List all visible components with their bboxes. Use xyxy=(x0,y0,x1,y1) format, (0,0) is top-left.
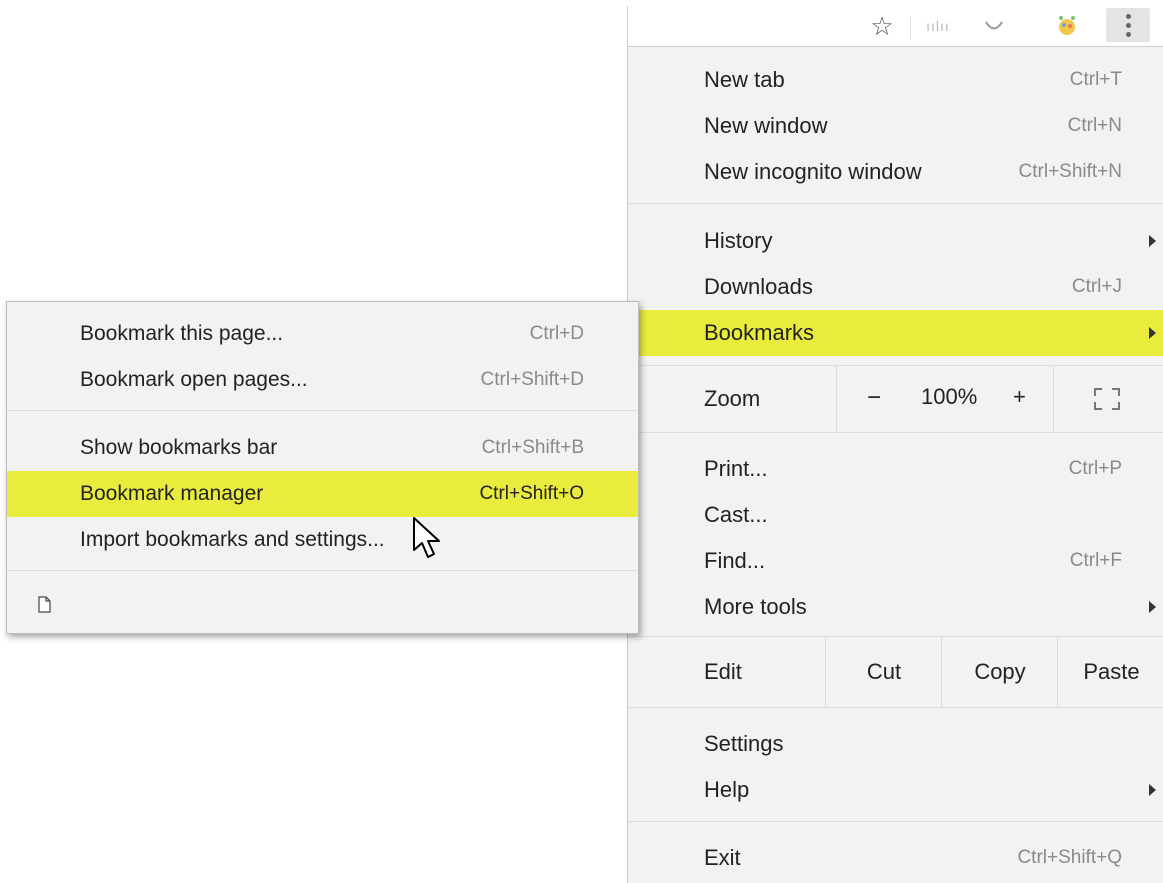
blank-page-icon xyxy=(38,596,51,613)
browser-toolbar: ☆ ıılıı xyxy=(627,6,1163,47)
menu-item-shortcut: Ctrl+Shift+N xyxy=(1018,161,1122,182)
submenu-item-bookmark-manager[interactable]: Bookmark manager Ctrl+Shift+O xyxy=(7,471,638,517)
zoom-row: Zoom − 100% + xyxy=(628,366,1163,432)
menu-item-shortcut: Ctrl+J xyxy=(1071,276,1122,297)
submenu-item-bookmark-open-pages[interactable]: Bookmark open pages... Ctrl+Shift+D xyxy=(7,357,638,403)
menu-item-label: Downloads xyxy=(704,274,813,299)
menu-item-help[interactable]: Help xyxy=(628,767,1163,813)
menu-item-label: Exit xyxy=(704,845,741,870)
edit-label: Edit xyxy=(704,659,742,684)
menu-item-label: More tools xyxy=(704,594,807,619)
menu-item-find[interactable]: Find... Ctrl+F xyxy=(628,538,1163,584)
menu-item-downloads[interactable]: Downloads Ctrl+J xyxy=(628,264,1163,310)
zoom-label: Zoom xyxy=(704,386,761,411)
menu-divider xyxy=(7,410,638,411)
submenu-item-show-bookmarks-bar[interactable]: Show bookmarks bar Ctrl+Shift+B xyxy=(7,425,638,471)
submenu-item-label: Bookmark this page... xyxy=(80,322,284,345)
submenu-item-shortcut: Ctrl+Shift+O xyxy=(479,483,584,504)
menu-item-label: Settings xyxy=(704,731,784,756)
menu-divider xyxy=(628,203,1163,204)
mouse-cursor-icon xyxy=(413,517,440,558)
submenu-item-shortcut: Ctrl+Shift+D xyxy=(480,369,584,390)
menu-item-new-window[interactable]: New window Ctrl+N xyxy=(628,103,1163,149)
menu-item-label: New window xyxy=(704,113,828,138)
menu-item-settings[interactable]: Settings xyxy=(628,721,1163,767)
menu-item-label: Help xyxy=(704,777,750,802)
cut-button[interactable]: Cut xyxy=(825,637,942,707)
submenu-item-bookmark-this-page[interactable]: Bookmark this page... Ctrl+D xyxy=(7,311,638,357)
toolbar-divider xyxy=(910,16,911,40)
menu-item-label: Cast... xyxy=(704,502,768,527)
paste-button[interactable]: Paste xyxy=(1057,637,1163,707)
menu-divider xyxy=(628,707,1163,708)
menu-item-exit[interactable]: Exit Ctrl+Shift+Q xyxy=(628,835,1163,881)
submenu-item-shortcut: Ctrl+Shift+B xyxy=(481,437,584,458)
submenu-arrow-icon xyxy=(1149,327,1156,339)
menu-item-label: Print... xyxy=(704,456,768,481)
menu-item-print[interactable]: Print... Ctrl+P xyxy=(628,446,1163,492)
menu-item-shortcut: Ctrl+F xyxy=(1069,550,1122,571)
chrome-main-menu: New tab Ctrl+T New window Ctrl+N New inc… xyxy=(627,47,1163,883)
submenu-item-import-bookmarks[interactable]: Import bookmarks and settings... xyxy=(7,517,638,563)
menu-item-more-tools[interactable]: More tools xyxy=(628,584,1163,630)
edit-row: Edit Cut Copy Paste xyxy=(628,637,1163,707)
menu-item-new-tab[interactable]: New tab Ctrl+T xyxy=(628,57,1163,103)
zoom-controls: − 100% + xyxy=(836,366,1054,432)
menu-item-bookmarks[interactable]: Bookmarks xyxy=(628,310,1163,356)
submenu-item-shortcut: Ctrl+D xyxy=(529,323,584,344)
submenu-item-label: Show bookmarks bar xyxy=(80,436,278,459)
menu-item-label: New incognito window xyxy=(704,159,922,184)
copy-button[interactable]: Copy xyxy=(941,637,1058,707)
menu-item-label: New tab xyxy=(704,67,785,92)
menu-item-shortcut: Ctrl+N xyxy=(1067,115,1122,136)
menu-item-label: History xyxy=(704,228,773,253)
menu-divider xyxy=(628,821,1163,822)
three-dots-vertical-icon xyxy=(1125,13,1131,37)
bookmarks-submenu: Bookmark this page... Ctrl+D Bookmark op… xyxy=(6,301,639,634)
menu-item-label: Bookmarks xyxy=(704,320,815,345)
menu-divider xyxy=(7,570,638,571)
menu-item-shortcut: Ctrl+Shift+Q xyxy=(1017,847,1122,868)
menu-item-shortcut: Ctrl+T xyxy=(1069,69,1122,90)
menu-item-label: Find... xyxy=(704,548,766,573)
menu-item-shortcut: Ctrl+P xyxy=(1068,458,1122,479)
submenu-item-label: Bookmark manager xyxy=(80,482,264,505)
menu-item-history[interactable]: History xyxy=(628,218,1163,264)
menu-button[interactable] xyxy=(1106,8,1150,42)
menu-item-cast[interactable]: Cast... xyxy=(628,492,1163,538)
submenu-item-label: Import bookmarks and settings... xyxy=(80,528,385,551)
zoom-level: 100% xyxy=(921,384,978,409)
extension-icon[interactable] xyxy=(980,10,1008,42)
submenu-arrow-icon xyxy=(1149,601,1156,613)
zoom-in-button[interactable]: + xyxy=(1013,384,1026,410)
extension-icon[interactable]: ıılıı xyxy=(926,10,950,42)
zoom-out-button[interactable]: − xyxy=(867,384,881,412)
menu-item-new-incognito-window[interactable]: New incognito window Ctrl+Shift+N xyxy=(628,149,1163,195)
star-icon[interactable]: ☆ xyxy=(864,10,900,42)
fullscreen-icon[interactable] xyxy=(1094,388,1120,410)
menu-divider xyxy=(628,432,1163,433)
submenu-item-label: Bookmark open pages... xyxy=(80,368,308,391)
extension-icon[interactable] xyxy=(1052,10,1082,42)
submenu-arrow-icon xyxy=(1149,235,1156,247)
submenu-arrow-icon xyxy=(1149,784,1156,796)
